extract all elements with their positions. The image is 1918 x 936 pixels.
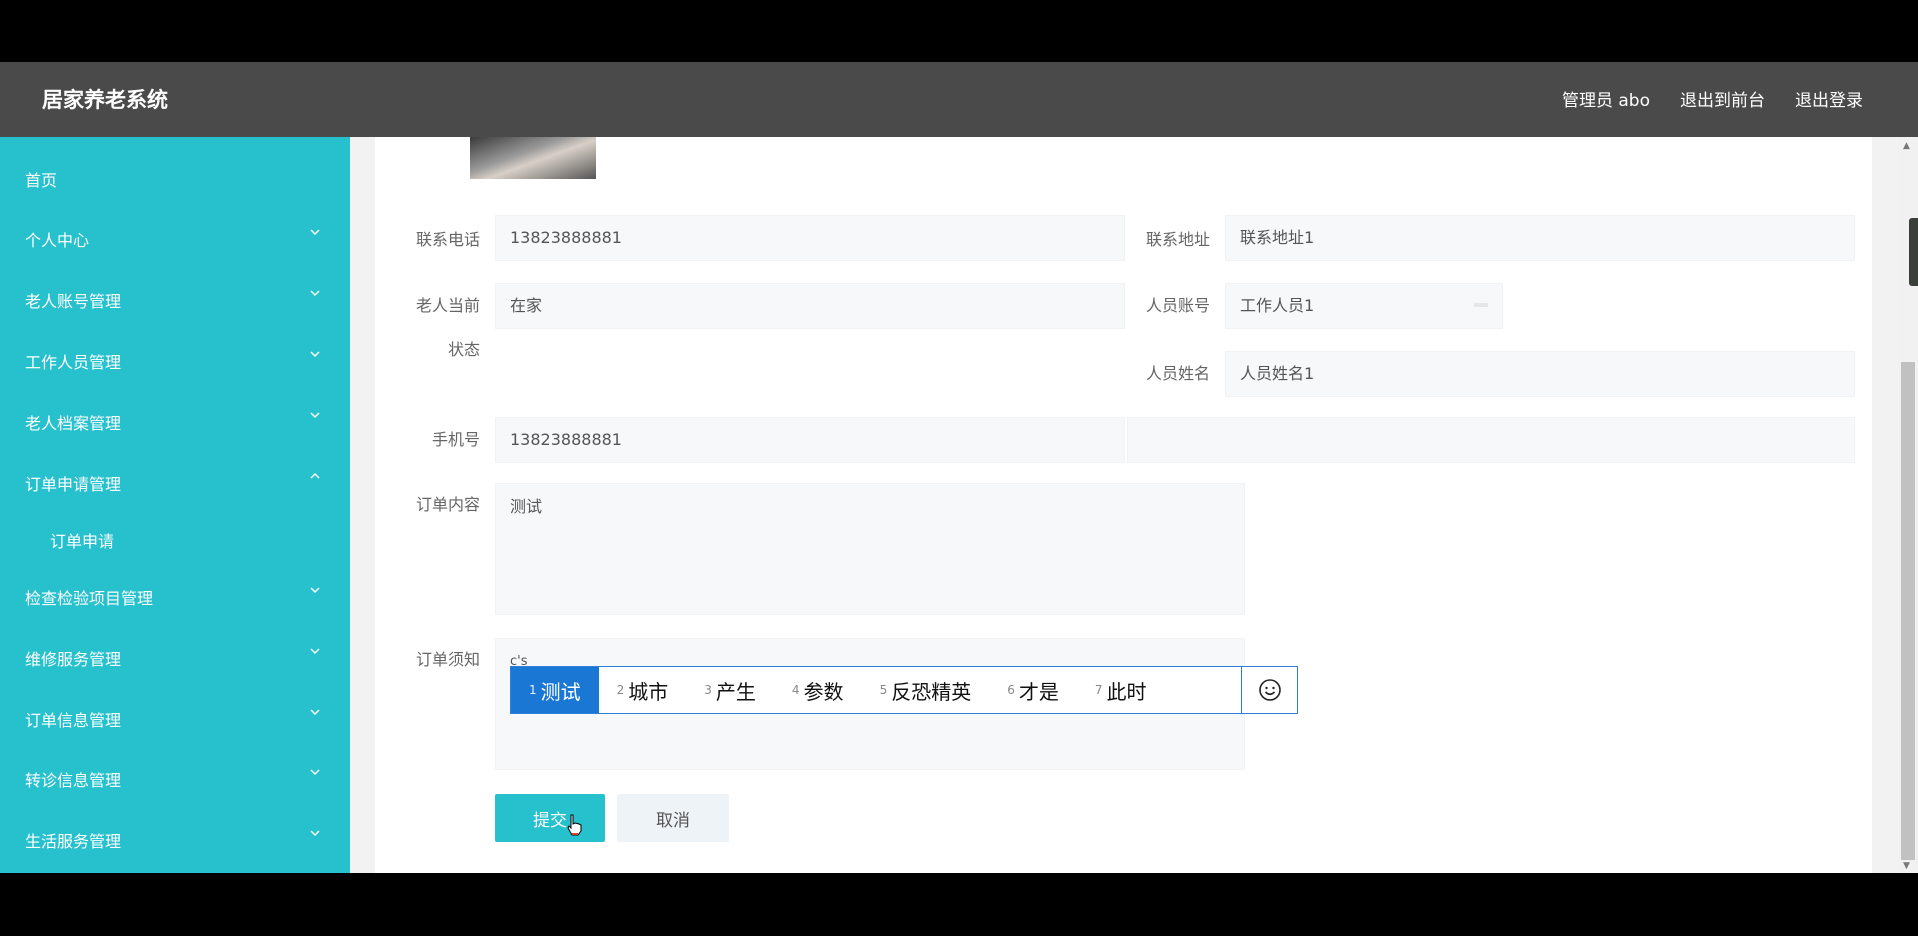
sidebar-item-label: 工作人员管理 — [25, 353, 122, 372]
mobile-label: 手机号 — [431, 430, 480, 449]
staff-account-select[interactable]: 工作人员1 — [1225, 283, 1503, 329]
ime-candidate-2[interactable]: 2 城市 — [599, 667, 687, 713]
sidebar-item-inspection[interactable]: 检查检验项目管理 — [0, 575, 350, 615]
app-title: 居家养老系统 — [42, 88, 168, 112]
ime-candidate-5[interactable]: 5 反恐精英 — [862, 667, 990, 713]
chevron-down-icon — [308, 644, 322, 658]
sidebar: 首页 个人中心 老人账号管理 工作人员管理 老人档案管理 订单申请管理 订单申请… — [0, 137, 350, 873]
ime-candidate-1[interactable]: 1 测试 — [511, 667, 599, 713]
sidebar-item-label: 个人中心 — [25, 231, 90, 250]
smiley-icon[interactable] — [1241, 667, 1297, 713]
phone-label: 联系电话 — [415, 230, 480, 249]
chevron-down-icon — [308, 225, 322, 239]
status-label-line2: 状态 — [447, 340, 480, 359]
ime-candidate-text: 反恐精英 — [891, 679, 972, 704]
ime-candidate-number: 4 — [791, 683, 800, 697]
empty-field — [1127, 417, 1855, 463]
address-field[interactable]: 联系地址1 — [1225, 215, 1855, 261]
sidebar-item-order-application[interactable]: 订单申请管理 — [0, 461, 350, 501]
ime-candidate-text: 才是 — [1018, 679, 1059, 704]
ime-candidate-text: 参数 — [803, 679, 844, 704]
order-content-label: 订单内容 — [415, 495, 480, 514]
mobile-field[interactable]: 13823888881 — [495, 417, 1125, 463]
ime-candidate-text: 测试 — [540, 679, 581, 704]
exit-to-front-link[interactable]: 退出到前台 — [1680, 86, 1765, 111]
sidebar-item-elder-accounts[interactable]: 老人账号管理 — [0, 278, 350, 318]
scroll-thumb[interactable] — [1901, 362, 1915, 860]
sidebar-item-label: 订单申请 — [50, 532, 115, 551]
hand-cursor-icon — [565, 813, 585, 837]
chevron-down-icon — [308, 583, 322, 597]
admin-user-label[interactable]: 管理员 abo — [1562, 86, 1650, 111]
phone-field[interactable]: 13823888881 — [495, 215, 1125, 261]
ime-candidate-6[interactable]: 6 才是 — [989, 667, 1077, 713]
staff-account-label: 人员账号 — [1145, 296, 1210, 315]
chevron-down-icon — [308, 765, 322, 779]
sidebar-item-referral[interactable]: 转诊信息管理 — [0, 757, 350, 797]
chevron-up-icon — [308, 469, 322, 483]
status-label-line1: 老人当前 — [415, 296, 480, 315]
sidebar-item-personal-center[interactable]: 个人中心 — [0, 217, 350, 257]
sidebar-item-label: 订单信息管理 — [25, 711, 122, 730]
cancel-button[interactable]: 取消 — [617, 794, 729, 842]
header-nav: 管理员 abo 退出到前台 退出登录 — [1562, 86, 1863, 111]
sidebar-item-elder-records[interactable]: 老人档案管理 — [0, 400, 350, 440]
elder-photo — [470, 137, 596, 179]
ime-candidate-number: 6 — [1007, 683, 1015, 697]
sidebar-item-label: 检查检验项目管理 — [25, 589, 154, 608]
sidebar-item-label: 订单申请管理 — [25, 475, 122, 494]
order-notice-label: 订单须知 — [415, 650, 480, 669]
elder-status-field[interactable]: 在家 — [495, 283, 1125, 329]
ime-candidate-4[interactable]: 4 参数 — [774, 667, 862, 713]
sidebar-subitem-order-apply[interactable]: 订单申请 — [0, 518, 350, 558]
ime-candidate-number: 7 — [1094, 683, 1103, 697]
staff-name-field[interactable]: 人员姓名1 — [1225, 351, 1855, 397]
chevron-down-icon — [308, 705, 322, 719]
chevron-down-icon — [308, 408, 322, 422]
sidebar-item-label: 首页 — [25, 171, 58, 190]
staff-account-value: 工作人员1 — [1240, 296, 1315, 315]
top-header: 居家养老系统 管理员 abo 退出到前台 退出登录 — [0, 62, 1918, 137]
sidebar-item-order-info[interactable]: 订单信息管理 — [0, 697, 350, 737]
ime-candidate-number: 1 — [529, 683, 537, 697]
ime-candidate-number: 3 — [704, 683, 712, 697]
screen: 居家养老系统 管理员 abo 退出到前台 退出登录 首页 个人中心 老人账号管理… — [0, 0, 1918, 936]
order-content-textarea[interactable]: 测试 — [495, 483, 1245, 615]
ime-candidate-text: 城市 — [628, 679, 669, 704]
sidebar-item-staff[interactable]: 工作人员管理 — [0, 339, 350, 379]
ime-candidate-7[interactable]: 7 此时 — [1077, 667, 1165, 713]
sidebar-item-label: 生活服务管理 — [25, 832, 122, 851]
chevron-down-icon — [308, 286, 322, 300]
sidebar-item-life-service[interactable]: 生活服务管理 — [0, 818, 350, 858]
sidebar-item-repair-service[interactable]: 维修服务管理 — [0, 636, 350, 676]
sidebar-item-label: 老人档案管理 — [25, 414, 122, 433]
ime-candidate-bar: 1 测试 2 城市 3 产生 4 参数 5 反恐精英 6 才是 7 此时 — [510, 666, 1298, 714]
ime-candidate-number: 2 — [616, 683, 625, 697]
sidebar-item-label: 维修服务管理 — [25, 650, 122, 669]
submit-button[interactable]: 提交 — [495, 794, 605, 842]
ime-candidate-text: 产生 — [715, 679, 756, 704]
scroll-down-arrow-icon[interactable]: ▼ — [1903, 861, 1910, 871]
chevron-down-icon — [308, 347, 322, 361]
address-label: 联系地址 — [1145, 230, 1210, 249]
dropdown-arrow-icon — [1474, 303, 1488, 307]
sidebar-item-label: 转诊信息管理 — [25, 771, 122, 790]
ime-candidate-text: 此时 — [1106, 679, 1147, 704]
staff-name-label: 人员姓名 — [1145, 364, 1210, 383]
edge-widget[interactable] — [1909, 218, 1918, 286]
chevron-down-icon — [308, 826, 322, 840]
ime-candidate-3[interactable]: 3 产生 — [686, 667, 774, 713]
logout-link[interactable]: 退出登录 — [1795, 86, 1863, 111]
ime-candidate-number: 5 — [879, 683, 888, 697]
scroll-up-arrow-icon[interactable]: ▲ — [1903, 141, 1910, 151]
sidebar-item-home[interactable]: 首页 — [0, 157, 350, 197]
sidebar-item-label: 老人账号管理 — [25, 292, 122, 311]
